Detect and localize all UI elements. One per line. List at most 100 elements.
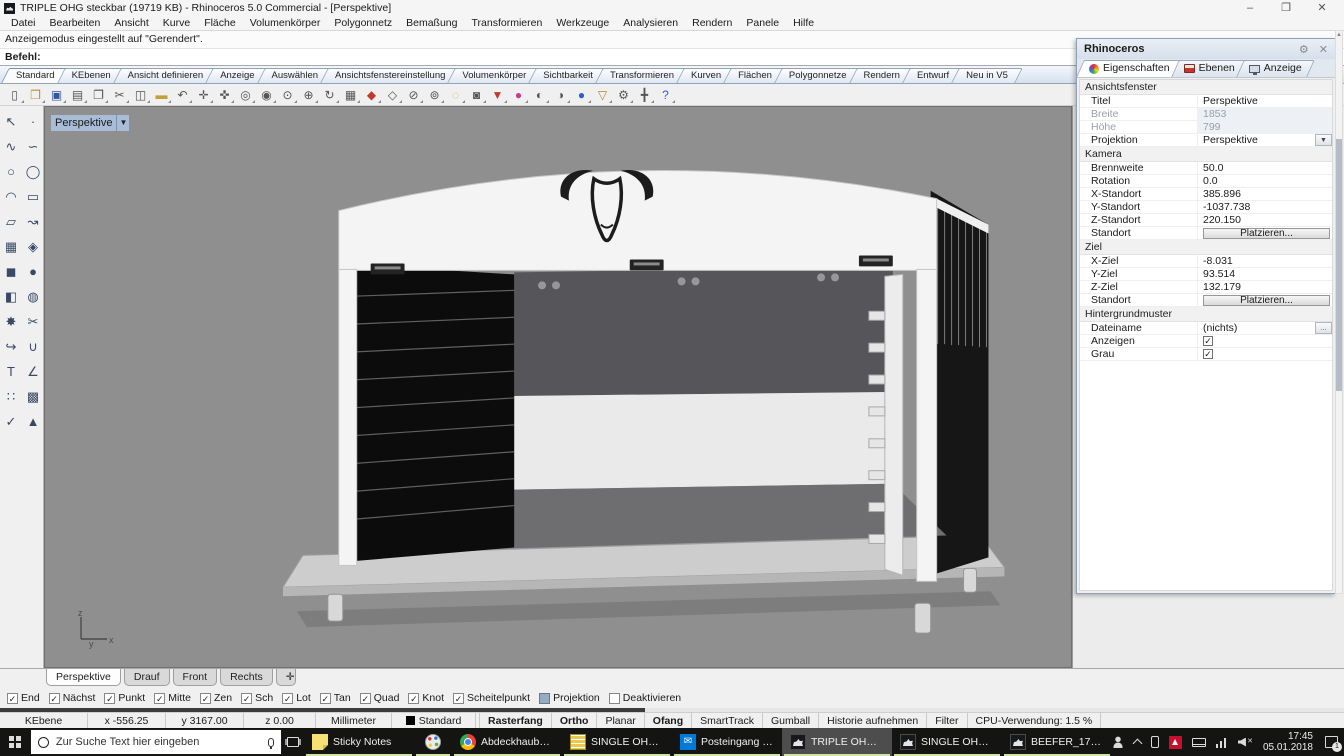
osnap-lot[interactable]: ✓Lot (282, 692, 311, 704)
surface-icon[interactable]: ▦ (0, 234, 22, 259)
taskbar-search[interactable]: Zur Suche Text hier eingeben (30, 729, 282, 755)
new-viewport-tab-button[interactable]: ✛ (276, 669, 296, 686)
save-icon[interactable]: ▣ (46, 85, 67, 104)
taskbar-app-single-ohg-steck[interactable]: SINGLE OHG steck... (562, 728, 672, 756)
dropdown-arrow-icon[interactable]: ▼ (1315, 134, 1332, 146)
rectangle-icon[interactable]: ▭ (22, 184, 44, 209)
lock-icon[interactable]: ◙ (466, 85, 487, 104)
rendered-mode-icon[interactable]: ◐ (529, 85, 550, 104)
osnap-quad[interactable]: ✓Quad (360, 692, 400, 704)
osnap-checkbox-punkt[interactable]: ✓ (104, 693, 115, 704)
osnap-checkbox-n-chst[interactable]: ✓ (49, 693, 60, 704)
status-kebene[interactable]: KEbene (0, 713, 88, 728)
point-icon[interactable]: · (22, 109, 44, 134)
taskbar-app-single-ohg-steck[interactable]: SINGLE OHG steck... (892, 728, 1002, 756)
panel-gear-icon[interactable]: ⚙ (1299, 43, 1309, 56)
circle-icon[interactable]: ○ (0, 159, 22, 184)
osnap-projektion[interactable]: Projektion (539, 692, 600, 704)
prop-value[interactable]: Perspektive (1198, 95, 1332, 107)
microphone-icon[interactable] (268, 738, 274, 747)
ellipse-icon[interactable]: ◯ (22, 159, 44, 184)
surface-corner-icon[interactable]: ◈ (22, 234, 44, 259)
viewport-tab-front[interactable]: Front (173, 669, 218, 686)
toolbar-tab-ansichtsfenstereinstellung[interactable]: Ansichtsfenstereinstellung (324, 68, 456, 83)
menu-volumenk-rper[interactable]: Volumenkörper (243, 16, 328, 30)
menu-panele[interactable]: Panele (739, 16, 786, 30)
osnap-deaktivieren[interactable]: Deaktivieren (609, 692, 681, 704)
status-gumball[interactable]: Gumball (763, 713, 819, 728)
panel-close-icon[interactable]: ✕ (1319, 43, 1328, 56)
pan-icon[interactable]: ✛ (193, 85, 214, 104)
osnap-checkbox-mitte[interactable]: ✓ (154, 693, 165, 704)
print-icon[interactable]: ▤ (67, 85, 88, 104)
cut-icon[interactable]: ✂ (109, 85, 130, 104)
fillet-icon[interactable]: ↪ (0, 334, 22, 359)
panel-scrollbar[interactable]: ▲ (1335, 30, 1343, 594)
volume-muted-icon[interactable] (1238, 737, 1253, 748)
menu-kurve[interactable]: Kurve (156, 16, 197, 30)
menu-analysieren[interactable]: Analysieren (616, 16, 685, 30)
toolbar-tab-standard[interactable]: Standard (5, 68, 66, 83)
prop-value[interactable]: Perspektive▼ (1198, 134, 1332, 146)
status-rasterfang[interactable]: Rasterfang (480, 713, 552, 728)
viewport-tab-drauf[interactable]: Drauf (124, 669, 170, 686)
osnap-knot[interactable]: ✓Knot (408, 692, 444, 704)
viewport-layout-icon[interactable]: ▦ (340, 85, 361, 104)
toolbar-tab-ausw-hlen[interactable]: Auswählen (261, 68, 329, 83)
task-view-button[interactable] (282, 728, 304, 756)
menu-bearbeiten[interactable]: Bearbeiten (43, 16, 108, 30)
prop-value[interactable]: 50.0 (1198, 162, 1332, 174)
paste-icon[interactable]: ▬ (151, 85, 172, 104)
render-preview-icon[interactable]: ● (571, 85, 592, 104)
render-color-wheel-icon[interactable]: ● (508, 85, 529, 104)
panel-tab-ebenen[interactable]: Ebenen (1175, 60, 1244, 77)
pyramid-icon[interactable]: ▲ (22, 409, 44, 434)
menu-werkzeuge[interactable]: Werkzeuge (549, 16, 616, 30)
taskbar-app-sticky-notes[interactable]: Sticky Notes (304, 728, 414, 756)
action-center-icon[interactable]: 1 (1325, 736, 1338, 748)
new-file-icon[interactable]: ▯ (4, 85, 25, 104)
panel-tab-eigenschaften[interactable]: Eigenschaften (1080, 60, 1179, 77)
arc-icon[interactable]: ◠ (0, 184, 22, 209)
status-filter[interactable]: Filter (927, 713, 967, 728)
set-cplane-icon[interactable]: ◇ (382, 85, 403, 104)
osnap-scheitelpunkt[interactable]: ✓Scheitelpunkt (453, 692, 530, 704)
osnap-checkbox-scheitelpunkt[interactable]: ✓ (453, 693, 464, 704)
osnap-checkbox-zen[interactable]: ✓ (200, 693, 211, 704)
browse-button[interactable]: ... (1315, 322, 1332, 334)
osnap-n-chst[interactable]: ✓Nächst (49, 692, 96, 704)
network-icon[interactable] (1216, 737, 1228, 748)
open-file-icon[interactable]: ❒ (25, 85, 46, 104)
menu-bema-ung[interactable]: Bemaßung (399, 16, 464, 30)
menu-rendern[interactable]: Rendern (685, 16, 739, 30)
prop-value[interactable]: 0.0 (1198, 175, 1332, 187)
prop-value[interactable]: 220.150 (1198, 214, 1332, 226)
osnap-punkt[interactable]: ✓Punkt (104, 692, 145, 704)
toolbar-tab-polygonnetze[interactable]: Polygonnetze (778, 68, 858, 83)
osnap-zen[interactable]: ✓Zen (200, 692, 232, 704)
viewport-title-dropdown-icon[interactable]: ▼ (116, 115, 129, 131)
checkbox-anzeigen[interactable]: ✓ (1203, 336, 1213, 346)
status-ortho[interactable]: Ortho (552, 713, 598, 728)
zoom-dynamic-icon[interactable]: ◉ (256, 85, 277, 104)
prop-value[interactable]: 385.896 (1198, 188, 1332, 200)
menu-hilfe[interactable]: Hilfe (786, 16, 821, 30)
prop-value[interactable]: 93.514 (1198, 268, 1332, 280)
status-cpu-verwendung-1-5[interactable]: CPU-Verwendung: 1.5 % (968, 713, 1102, 728)
solid-sphere-icon[interactable]: ● (22, 259, 44, 284)
minimize-button[interactable]: – (1232, 0, 1268, 16)
polyline-icon[interactable]: ∿ (0, 134, 22, 159)
prop-value[interactable]: 1853 (1198, 108, 1332, 120)
select-arrow-icon[interactable]: ↖ (0, 109, 22, 134)
menu-datei[interactable]: Datei (4, 16, 43, 30)
help-icon[interactable]: ? (655, 85, 676, 104)
osnap-checkbox-quad[interactable]: ✓ (360, 693, 371, 704)
viewport-tab-perspektive[interactable]: Perspektive (46, 669, 121, 686)
move-icon[interactable]: ✜ (214, 85, 235, 104)
perspective-viewport[interactable]: Perspektive ▼ z y x (44, 106, 1072, 668)
copy-icon[interactable]: ◫ (130, 85, 151, 104)
status-standard[interactable]: Standard (392, 713, 476, 728)
status-millimeter[interactable]: Millimeter (316, 713, 392, 728)
dimension-icon[interactable]: ∠ (22, 359, 44, 384)
osnap-sch[interactable]: ✓Sch (241, 692, 273, 704)
